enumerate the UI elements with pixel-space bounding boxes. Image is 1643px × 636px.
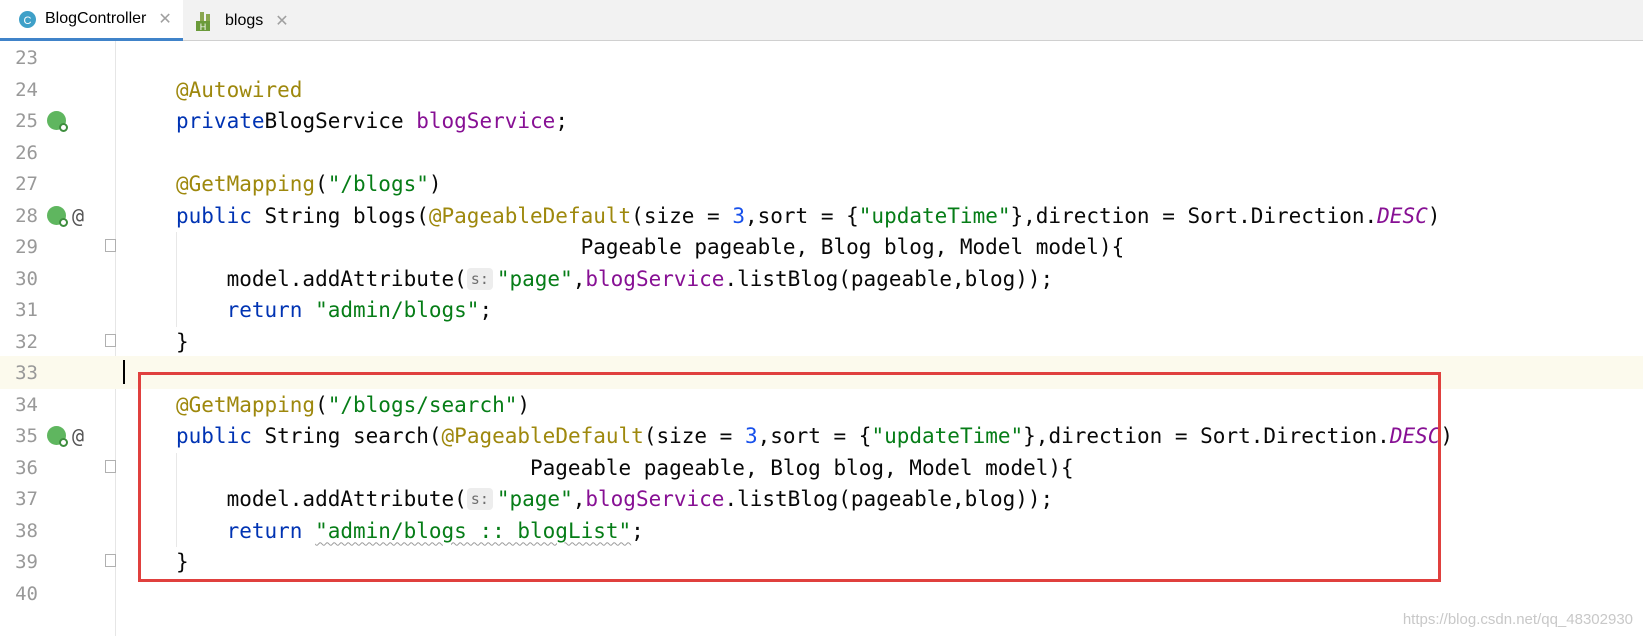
code-line[interactable]: 27 @GetMapping("/blogs") <box>0 167 1643 200</box>
code-text: } <box>176 331 189 353</box>
code-token: model.addAttribute( <box>176 266 467 291</box>
code-line[interactable]: 28 @ public String blogs(@PageableDefault(… <box>0 199 1643 232</box>
code-text: public String blogs(@PageableDefault(siz… <box>176 205 1440 227</box>
line-number: 26 <box>15 141 38 164</box>
code-token: "/blogs" <box>327 172 429 196</box>
code-token: return <box>226 298 303 322</box>
code-token: Pageable pageable, Blog blog, Model mode… <box>176 235 1125 259</box>
indent-guide <box>176 232 177 327</box>
code-token: BlogService <box>264 109 417 133</box>
watermark: https://blog.csdn.net/qq_48302930 <box>1402 611 1633 628</box>
code-token: ,sort = { <box>744 203 859 228</box>
code-token: ) <box>428 172 442 196</box>
parameter-hint: s: <box>466 267 493 290</box>
bean-icon[interactable] <box>47 111 68 132</box>
code-line[interactable]: 23 <box>0 41 1643 74</box>
code-token: 3 <box>732 203 745 228</box>
code-line[interactable]: 30 model.addAttribute(s: "page",blogServi… <box>0 262 1643 295</box>
class-icon: C <box>19 10 36 28</box>
code-token: @Autowired <box>176 77 303 102</box>
code-line[interactable]: 26 <box>0 136 1643 169</box>
line-number: 28 <box>15 204 38 227</box>
code-token: public <box>176 203 252 228</box>
code-token: "page" <box>496 266 573 291</box>
code-token: ) <box>1427 203 1441 228</box>
code-token: String <box>251 203 354 228</box>
code-token: private <box>176 109 265 133</box>
code-token: "admin/blogs" <box>315 298 480 322</box>
close-icon[interactable]: ✕ <box>158 9 171 29</box>
code-token: DESC <box>1377 203 1428 228</box>
code-token: , <box>572 266 586 291</box>
code-token: },direction = Sort.Direction. <box>1010 203 1378 228</box>
line-number: 30 <box>15 267 38 290</box>
code-token: ) <box>1440 424 1454 448</box>
code-token: } <box>176 329 189 354</box>
code-token: @PageableDefault <box>428 203 632 228</box>
fold-marker-icon[interactable] <box>105 333 116 347</box>
code-token: .listBlog(pageable,blog)); <box>724 266 1054 291</box>
highlight-box <box>138 372 1441 582</box>
line-number: 32 <box>15 330 38 353</box>
svg-text:C: C <box>24 15 32 27</box>
code-text: @Autowired <box>176 79 302 101</box>
code-text: return "admin/blogs"; <box>176 298 493 322</box>
code-token: @GetMapping <box>176 172 316 196</box>
line-number: 27 <box>15 173 38 195</box>
code-line[interactable]: 25 privateBlogService blogService; <box>0 104 1643 137</box>
tab-label: blogs <box>225 11 264 29</box>
code-line[interactable]: 29 Pageable pageable, Blog blog, Model m… <box>0 230 1643 263</box>
tab-label: BlogController <box>45 10 147 27</box>
bean-icon[interactable] <box>47 426 68 447</box>
fold-marker-icon[interactable] <box>105 554 116 567</box>
code-token: blogService <box>585 266 725 291</box>
code-token: ; <box>479 298 493 322</box>
code-line[interactable]: 24 @Autowired <box>0 73 1643 106</box>
line-number: 24 <box>15 78 38 101</box>
code-text: @GetMapping("/blogs") <box>176 173 442 195</box>
text-caret <box>123 360 125 384</box>
line-number: 35 <box>15 425 38 447</box>
code-text: model.addAttribute(s: "page",blogService.… <box>176 266 1054 291</box>
code-token: blogService <box>416 109 556 133</box>
tab-blogcontroller[interactable]: C BlogController ✕ <box>0 0 183 41</box>
fold-marker-icon[interactable] <box>105 459 116 473</box>
annotation-icon[interactable]: @ <box>72 204 84 228</box>
code-line[interactable]: 32} <box>0 325 1643 358</box>
line-number: 38 <box>15 519 38 542</box>
fold-marker-icon[interactable] <box>105 239 116 252</box>
html-file-icon: H <box>196 11 210 31</box>
code-token: "updateTime" <box>858 203 1011 228</box>
line-number: 31 <box>15 299 38 321</box>
line-number: 29 <box>15 236 38 258</box>
line-number: 25 <box>15 110 38 132</box>
code-token: blogs( <box>353 203 429 228</box>
line-number: 33 <box>15 362 38 384</box>
line-number: 23 <box>15 47 38 69</box>
close-icon[interactable]: ✕ <box>275 11 288 31</box>
editor-tab-bar: C BlogController ✕ H blogs ✕ <box>0 0 1643 41</box>
code-token: ( <box>315 172 328 196</box>
bean-icon[interactable] <box>47 205 68 227</box>
code-text: Pageable pageable, Blog blog, Model mode… <box>176 235 1125 259</box>
svg-text:H: H <box>200 22 207 31</box>
line-number: 36 <box>15 456 38 479</box>
annotation-icon[interactable]: @ <box>72 424 84 448</box>
code-line[interactable]: 31 return "admin/blogs"; <box>0 293 1643 326</box>
code-token: ; <box>555 109 568 133</box>
line-number: 37 <box>15 488 38 510</box>
line-number: 34 <box>15 393 38 416</box>
code-text: privateBlogService blogService; <box>176 110 568 132</box>
line-number: 40 <box>15 582 38 605</box>
tab-blogs[interactable]: H blogs ✕ <box>183 0 303 41</box>
line-number: 39 <box>15 551 38 573</box>
code-token: (size = <box>631 203 733 228</box>
